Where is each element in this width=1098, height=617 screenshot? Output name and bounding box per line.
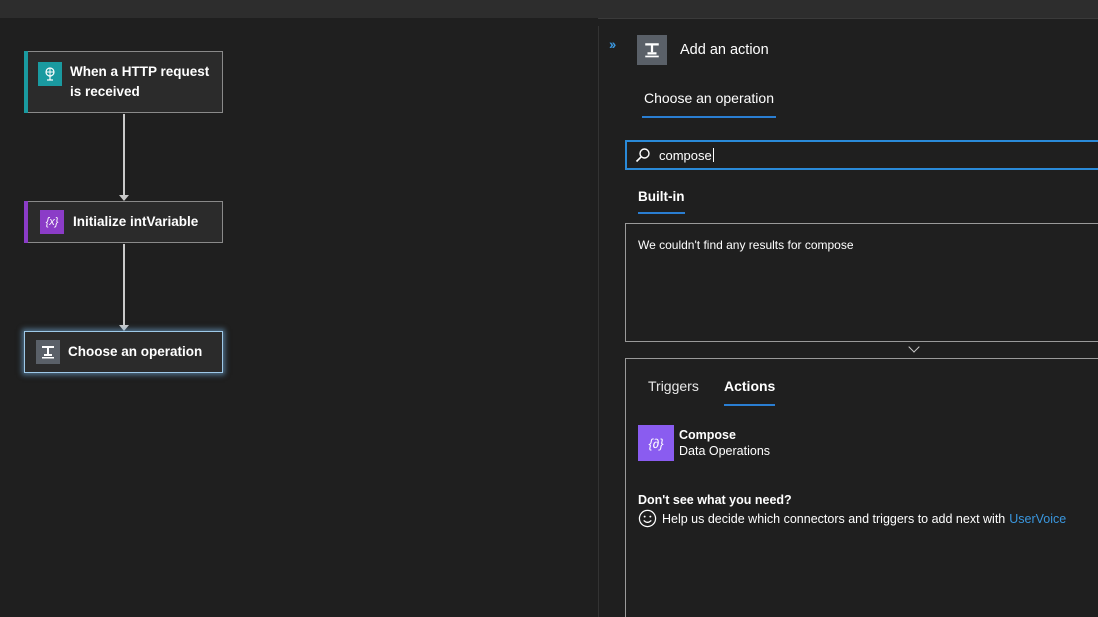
- connector-line: [123, 114, 125, 200]
- text-caret: [712, 148, 714, 162]
- uservoice-link[interactable]: UserVoice: [1009, 512, 1066, 526]
- operation-icon: [36, 340, 60, 364]
- operations-list: Triggers Actions {∂} Compose Data Operat…: [625, 359, 1098, 617]
- connector-line: [123, 244, 125, 330]
- tab-built-in[interactable]: Built-in: [638, 189, 685, 214]
- designer-canvas: When a HTTP request is received {x} Init…: [0, 18, 598, 617]
- compose-icon: {∂}: [638, 425, 674, 461]
- step-color-stripe: [24, 51, 28, 113]
- operation-icon: [637, 35, 667, 65]
- search-value: compose: [659, 147, 712, 163]
- step-title: When a HTTP request is received: [70, 64, 210, 99]
- step-card-initialize-variable[interactable]: {x} Initialize intVariable: [24, 201, 223, 243]
- step-card-choose-operation[interactable]: Choose an operation: [24, 331, 223, 373]
- top-bar: [0, 0, 1098, 19]
- help-heading: Don't see what you need?: [638, 493, 792, 507]
- tab-actions[interactable]: Actions: [724, 378, 776, 406]
- operation-name: Compose: [679, 428, 736, 442]
- search-icon: [635, 148, 650, 163]
- no-results-message: We couldn't find any results for compose: [638, 238, 854, 252]
- help-row: Help us decide which connectors and trig…: [638, 509, 1066, 528]
- connector-name: Data Operations: [679, 444, 771, 458]
- step-title: Initialize intVariable: [73, 214, 199, 229]
- variable-icon: {x}: [40, 210, 64, 234]
- panel-title: Add an action: [680, 42, 769, 58]
- step-title: Choose an operation: [68, 344, 203, 359]
- step-color-stripe: [24, 201, 28, 243]
- collapse-panel-icon[interactable]: ››: [609, 36, 616, 52]
- add-action-panel: ›› Add an action Choose an operation com…: [598, 26, 1098, 617]
- http-request-icon: [38, 62, 62, 86]
- chevron-down-icon: [908, 341, 920, 353]
- search-input[interactable]: compose: [625, 140, 1098, 170]
- help-text: Help us decide which connectors and trig…: [662, 511, 1006, 526]
- built-in-results: We couldn't find any results for compose: [625, 223, 1098, 342]
- tab-choose-operation[interactable]: Choose an operation: [642, 90, 776, 118]
- smiley-icon: [638, 509, 657, 528]
- list-item[interactable]: {∂} Compose Data Operations: [638, 425, 770, 461]
- tab-triggers[interactable]: Triggers: [648, 378, 699, 394]
- step-card-http-trigger[interactable]: When a HTTP request is received: [24, 51, 223, 113]
- expand-toggle[interactable]: [625, 341, 1098, 359]
